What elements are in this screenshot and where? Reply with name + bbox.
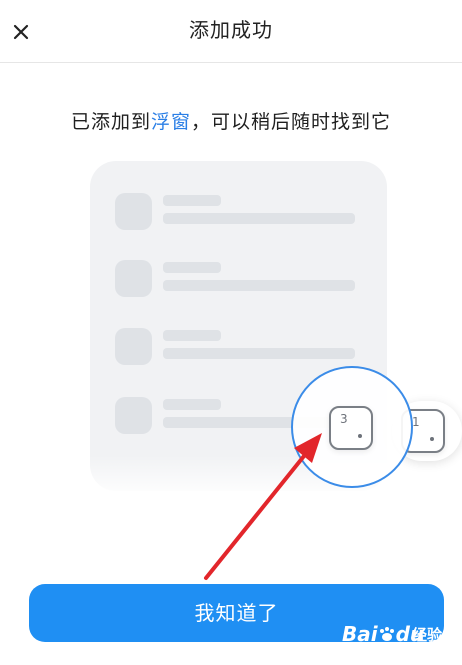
floating-window-count: 1 — [412, 415, 420, 429]
placeholder-thumb — [115, 397, 152, 434]
message-prefix: 已添加到 — [70, 111, 151, 133]
floating-window-count: 3 — [340, 412, 348, 426]
placeholder-line — [163, 399, 221, 410]
dialog-header: 添加成功 — [0, 0, 462, 63]
placeholder-thumb — [115, 328, 152, 365]
placeholder-line — [163, 213, 355, 224]
placeholder-row — [115, 193, 360, 233]
dialog-title: 添加成功 — [189, 18, 273, 42]
placeholder-thumb — [115, 260, 152, 297]
floating-window-link: 浮窗 — [150, 111, 191, 133]
dot-icon — [430, 437, 434, 441]
success-message: 已添加到浮窗，可以稍后随时找到它 — [0, 107, 462, 134]
floating-window-highlight: 3 — [291, 366, 413, 488]
placeholder-line — [163, 262, 221, 273]
placeholder-line — [163, 280, 355, 291]
floating-window-icon: 3 — [329, 406, 373, 450]
placeholder-thumb — [115, 193, 152, 230]
placeholder-row — [115, 260, 360, 300]
message-suffix: ，可以稍后随时找到它 — [191, 111, 392, 133]
dot-icon — [358, 434, 362, 438]
watermark-label: 经验 — [412, 626, 443, 644]
placeholder-line — [163, 330, 221, 341]
paw-icon — [379, 627, 394, 641]
watermark-brand-prefix: Bai — [342, 622, 378, 646]
placeholder-row — [115, 328, 360, 368]
baidu-watermark: Bai du 经验 — [342, 620, 462, 648]
placeholder-line — [163, 348, 355, 359]
placeholder-line — [163, 195, 221, 206]
